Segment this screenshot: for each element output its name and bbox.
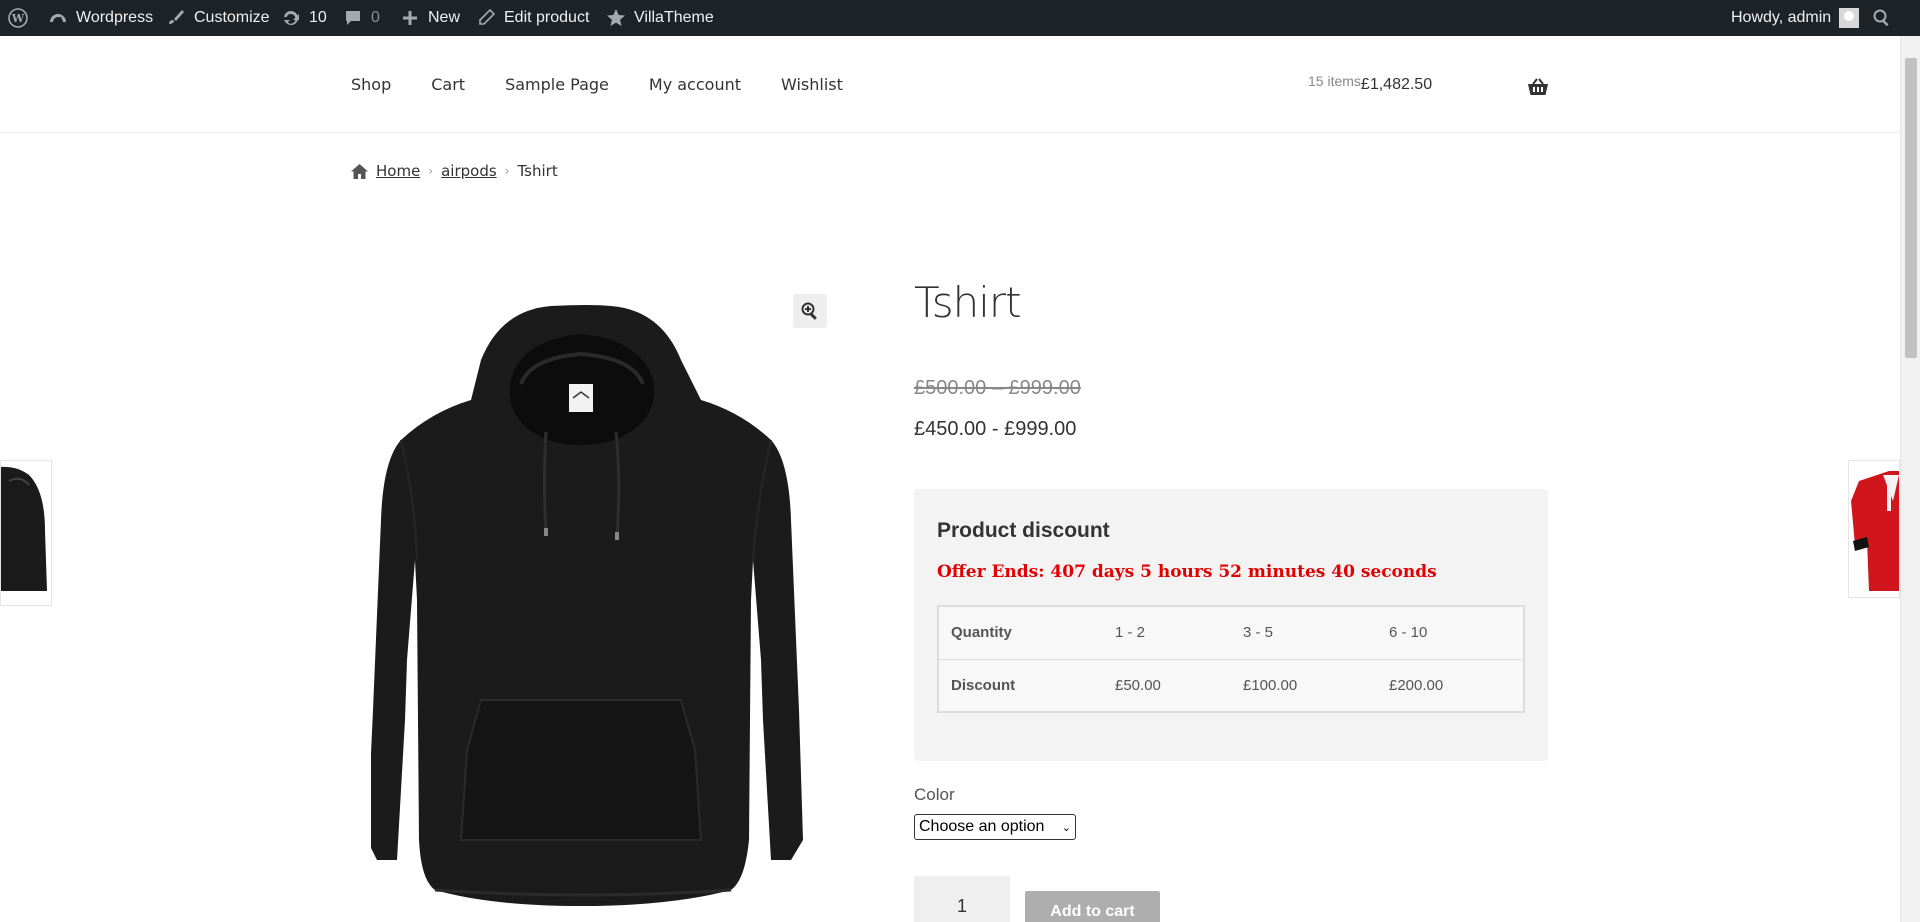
comment-bubble-icon: [343, 8, 363, 28]
table-cell: 6 - 10: [1377, 606, 1524, 660]
site-name-label: Wordpress: [76, 9, 154, 26]
nav-item-shop[interactable]: Shop: [351, 75, 391, 94]
dashboard-gauge-icon: [48, 8, 68, 28]
howdy-label: Howdy, admin: [1731, 9, 1832, 26]
svg-text:W: W: [11, 12, 25, 25]
pencil-icon: [476, 8, 496, 28]
product-discount-box: Product discount Offer Ends: 407 days 5 …: [914, 489, 1548, 761]
color-select-value: Choose an option: [919, 818, 1045, 835]
product-title: Tshirt: [914, 278, 1022, 327]
scrollbar-thumb[interactable]: [1905, 58, 1917, 358]
table-cell: 1 - 2: [1103, 606, 1231, 660]
discount-title: Product discount: [937, 519, 1110, 542]
site-header: Shop Cart Sample Page My account Wishlis…: [0, 36, 1900, 133]
my-account-menu[interactable]: Howdy, admin: [1731, 0, 1860, 36]
villatheme-menu[interactable]: VillaTheme: [606, 0, 714, 36]
cart-item-count: 15 items: [1308, 72, 1361, 89]
breadcrumb: Home › airpods › Tshirt: [351, 162, 558, 180]
edit-product-label: Edit product: [504, 9, 590, 26]
table-cell: £100.00: [1243, 676, 1298, 694]
home-icon: [351, 163, 368, 179]
paintbrush-icon: [166, 8, 186, 28]
next-product-thumbnail[interactable]: [1848, 460, 1900, 598]
customize-label: Customize: [194, 9, 270, 26]
table-row: Discount £50.00 £100.00 £200.00: [938, 659, 1524, 712]
updates-count: 10: [309, 9, 327, 26]
regular-price: £500.00 – £999.00: [914, 377, 1081, 399]
color-select[interactable]: Choose an option ⌄: [914, 814, 1076, 840]
chevron-down-icon: ⌄: [1061, 821, 1071, 834]
breadcrumb-category[interactable]: airpods: [441, 162, 497, 180]
sale-price: £450.00 - £999.00: [914, 418, 1077, 440]
add-to-cart-button[interactable]: Add to cart: [1025, 891, 1160, 922]
quantity-input[interactable]: 1: [914, 876, 1010, 922]
cart-total: £1,482.50: [1360, 75, 1433, 93]
table-cell: 3 - 5: [1231, 606, 1377, 660]
wp-logo-menu[interactable]: W: [8, 0, 28, 36]
product-image-hoodie[interactable]: [371, 300, 811, 922]
new-content-menu[interactable]: New: [400, 0, 460, 36]
villatheme-label: VillaTheme: [634, 9, 714, 26]
quantity-header: Quantity: [938, 606, 1103, 660]
breadcrumb-separator-icon: ›: [428, 164, 434, 178]
discount-table: Quantity 1 - 2 3 - 5 6 - 10 Discount £50…: [937, 605, 1525, 713]
offer-countdown: Offer Ends: 407 days 5 hours 52 minutes …: [937, 562, 1437, 582]
new-label: New: [428, 9, 461, 26]
nav-item-sample-page[interactable]: Sample Page: [505, 75, 609, 94]
basket-icon[interactable]: [1527, 78, 1549, 96]
avatar: [1839, 8, 1860, 28]
previous-product-thumbnail[interactable]: [0, 460, 52, 606]
nav-item-my-account[interactable]: My account: [649, 75, 741, 94]
updates-menu[interactable]: 10: [281, 0, 327, 36]
customize-menu[interactable]: Customize: [166, 0, 270, 36]
discount-header: Discount: [951, 676, 1016, 694]
admin-bar: W Wordpress Customize 10 0 New Edit prod…: [0, 0, 1920, 36]
header-cart[interactable]: 15 items £1,482.50: [1308, 36, 1432, 133]
comments-menu[interactable]: 0: [343, 0, 380, 36]
table-cell: £50.00: [1115, 676, 1161, 694]
nav-item-cart[interactable]: Cart: [431, 75, 465, 94]
table-row: Quantity 1 - 2 3 - 5 6 - 10: [938, 606, 1524, 660]
plus-icon: [400, 8, 420, 28]
breadcrumb-current: Tshirt: [517, 162, 558, 180]
page-scrollbar[interactable]: [1900, 36, 1920, 922]
search-icon: [1872, 8, 1892, 28]
color-label: Color: [914, 785, 955, 804]
nav-item-wishlist[interactable]: Wishlist: [781, 75, 843, 94]
edit-product-menu[interactable]: Edit product: [476, 0, 589, 36]
wordpress-logo-icon: W: [8, 8, 28, 28]
table-cell: £200.00: [1389, 676, 1444, 694]
refresh-icon: [281, 8, 301, 28]
breadcrumb-separator-icon: ›: [504, 164, 510, 178]
comments-count: 0: [371, 9, 380, 26]
admin-search[interactable]: [1872, 0, 1892, 36]
breadcrumb-home[interactable]: Home: [376, 162, 420, 180]
site-name-menu[interactable]: Wordpress: [48, 0, 153, 36]
primary-navigation: Shop Cart Sample Page My account Wishlis…: [351, 36, 883, 133]
star-icon: [606, 8, 626, 28]
